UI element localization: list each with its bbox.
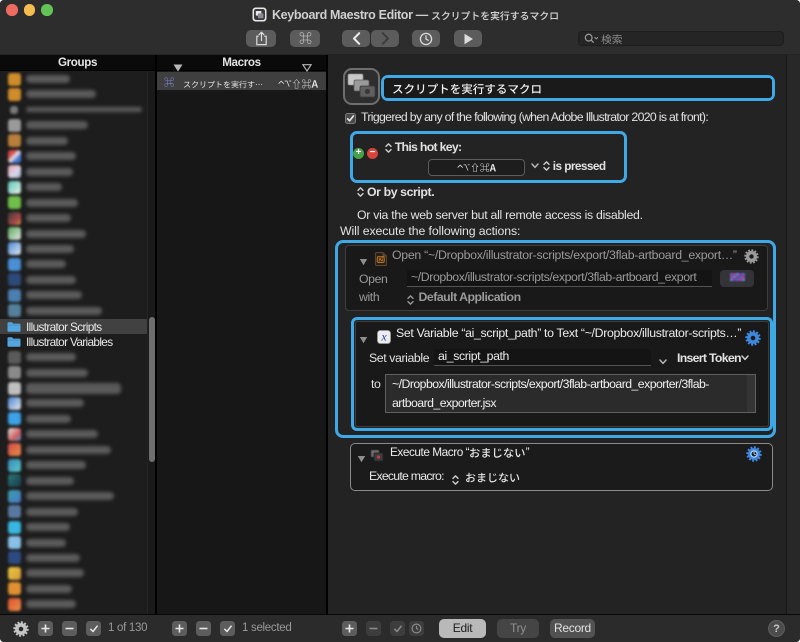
svg-text:x: x xyxy=(380,330,387,344)
svg-text:Ai: Ai xyxy=(378,257,383,262)
